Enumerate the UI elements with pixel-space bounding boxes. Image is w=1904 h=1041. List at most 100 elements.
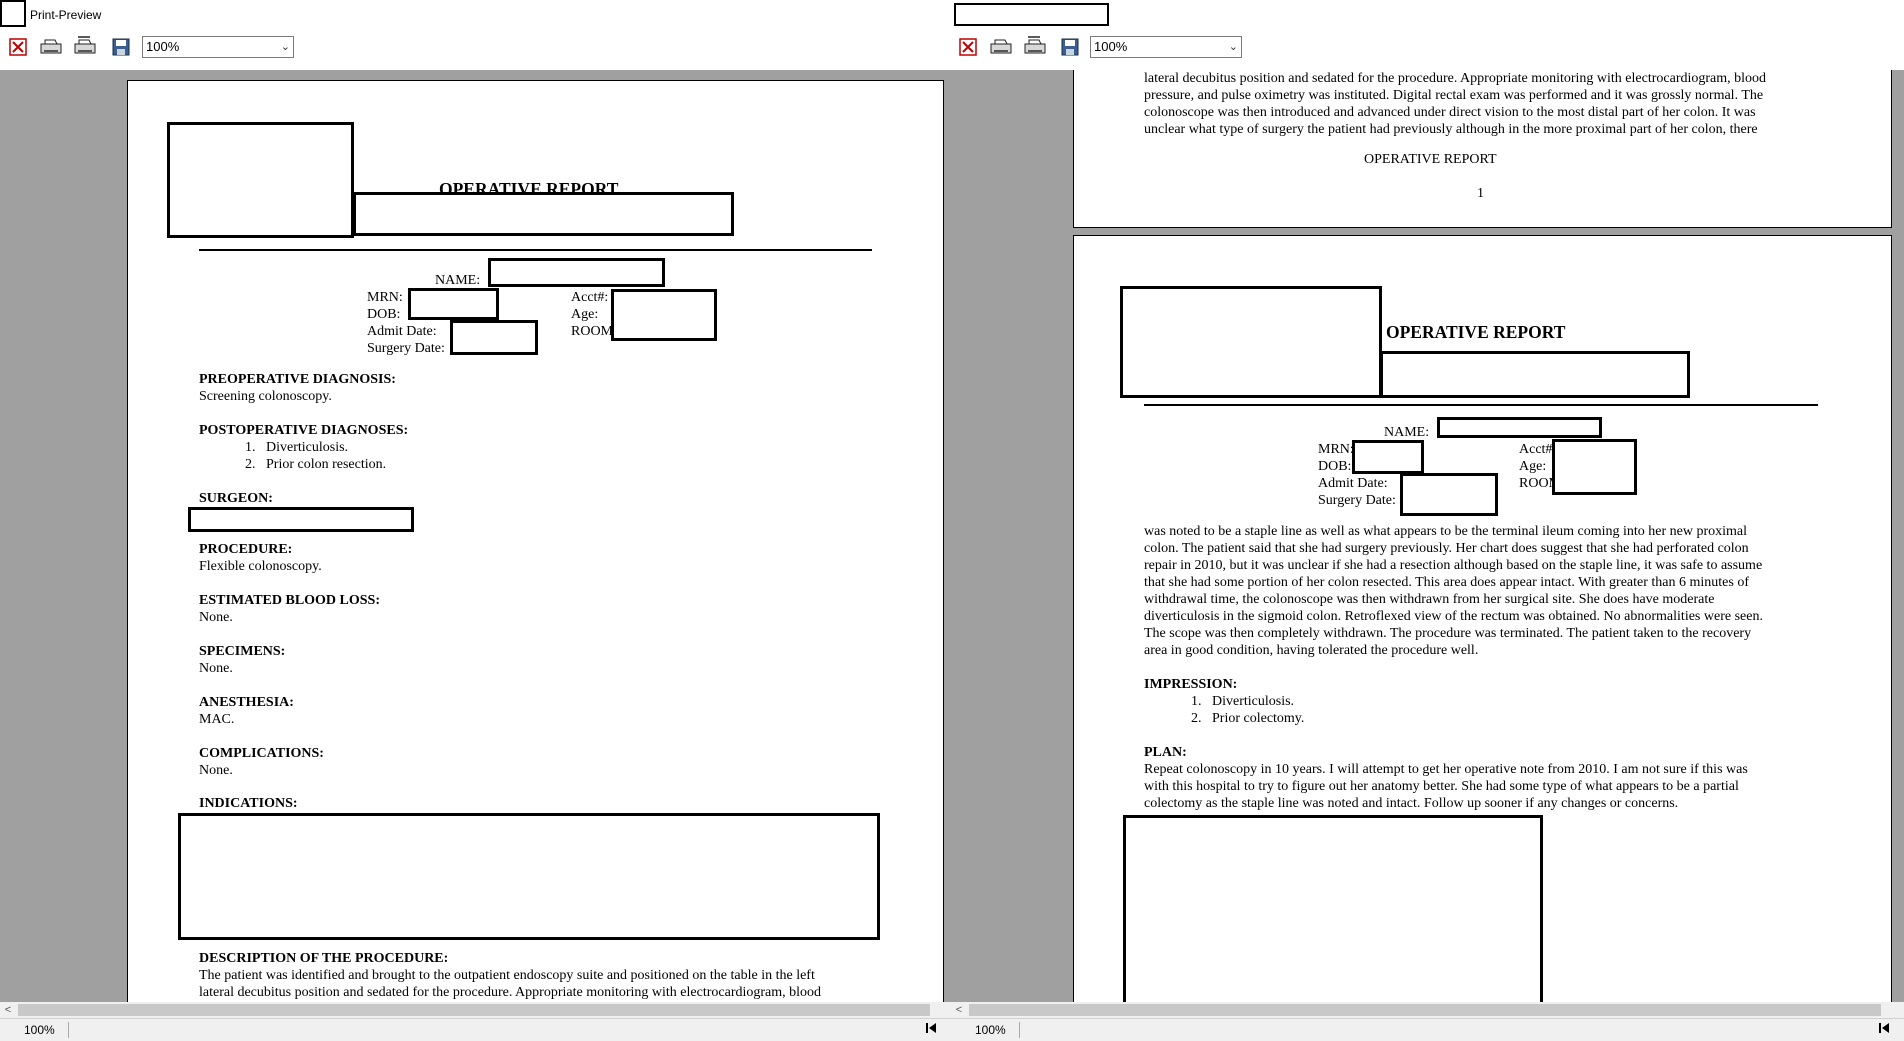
close-preview-button[interactable] [955, 35, 981, 59]
toolbar: 100% ⌄ [951, 32, 1904, 62]
preview-area[interactable]: lateral decubitus position and sedated f… [951, 70, 1904, 1002]
redacted-logo [167, 122, 354, 238]
body-line: unclear what type of surgery the patient… [1144, 122, 1758, 137]
print-setup-icon [1024, 36, 1046, 54]
redacted-dates [450, 320, 538, 355]
anesthesia-heading: ANESTHESIA: [199, 695, 294, 710]
room-label: ROOM [571, 324, 614, 339]
zoom-select-value: 100% [146, 39, 180, 54]
save-button[interactable] [1057, 35, 1083, 59]
redacted-name [1437, 417, 1602, 438]
postop-item: 2. Prior colon resection. [245, 457, 387, 472]
print-preview-window-right: 100% ⌄ lateral decubitus position and se… [951, 0, 1904, 1041]
procedure-heading: PROCEDURE: [199, 542, 293, 557]
save-button[interactable] [108, 35, 134, 59]
scrollbar-thumb[interactable] [969, 1004, 1881, 1016]
horizontal-scrollbar[interactable]: < [951, 1002, 1904, 1018]
scrollbar-thumb[interactable] [18, 1004, 930, 1016]
dob-label: DOB: [367, 307, 401, 322]
redacted-signature [1123, 815, 1543, 1002]
horizontal-scrollbar[interactable]: < [0, 1002, 951, 1018]
redacted-mrn-dob [1352, 440, 1424, 474]
first-page-icon [1879, 1023, 1889, 1033]
procedure-text: Flexible colonoscopy. [199, 559, 322, 574]
plan-line: colectomy as the staple line was noted a… [1144, 796, 1679, 811]
age-label: Age: [571, 307, 599, 322]
surgery-date-label: Surgery Date: [1318, 493, 1396, 508]
preop-diagnosis-heading: PREOPERATIVE DIAGNOSIS: [199, 372, 396, 387]
body-line: repair in 2010, but it was unclear if sh… [1144, 558, 1763, 573]
surgeon-heading: SURGEON: [199, 491, 273, 506]
complications-text: None. [199, 763, 233, 778]
body-line: pressure, and pulse oximetry was institu… [1144, 88, 1764, 103]
redacted-acct-age-room [611, 289, 717, 341]
body-line: The scope was then completely withdrawn.… [1144, 626, 1752, 641]
toolbar: 100% ⌄ [0, 32, 951, 62]
impression-item: 1. Diverticulosis. [1191, 694, 1295, 709]
body-line: lateral decubitus position and sedated f… [1144, 71, 1767, 86]
title-bar [951, 0, 1904, 32]
body-line: colonoscope was then introduced and adva… [1144, 105, 1756, 120]
first-page-icon [926, 1023, 936, 1033]
print-icon [40, 39, 62, 54]
redacted-acct-age-room [1552, 439, 1637, 495]
report-page-1-tail: lateral decubitus position and sedated f… [1073, 70, 1892, 228]
complications-heading: COMPLICATIONS: [199, 746, 324, 761]
close-preview-icon [9, 38, 27, 56]
body-line: diverticulosis in the sigmoid colon. Ret… [1144, 609, 1763, 624]
status-bar: 100% [951, 1018, 1904, 1041]
print-setup-button[interactable] [1022, 35, 1048, 59]
body-line: colon. The patient said that she had sur… [1144, 541, 1749, 556]
header-rule [199, 249, 872, 251]
chevron-down-icon: ⌄ [1228, 41, 1238, 53]
print-setup-icon [74, 36, 96, 54]
app-icon [0, 0, 26, 27]
print-button[interactable] [38, 35, 64, 59]
blood-loss-text: None. [199, 610, 233, 625]
redacted-window-title [954, 3, 1109, 26]
page-number: 1 [1477, 186, 1484, 201]
plan-heading: PLAN: [1144, 745, 1187, 760]
header-rule [1144, 404, 1818, 406]
redacted-surgeon [188, 507, 414, 532]
preview-area[interactable]: OPERATIVE REPORT NAME: MRN: DOB: Admit D… [0, 70, 951, 1002]
body-line: withdrawal time, the colonoscope was the… [1144, 592, 1715, 607]
body-line: area in good condition, having tolerated… [1144, 643, 1479, 658]
surgery-date-label: Surgery Date: [367, 341, 445, 356]
zoom-select[interactable]: 100% ⌄ [142, 36, 294, 58]
description-line: lateral decubitus position and sedated f… [199, 985, 822, 1000]
scroll-left-icon[interactable]: < [951, 1002, 967, 1018]
chevron-down-icon: ⌄ [280, 41, 290, 53]
description-line: The patient was identified and brought t… [199, 968, 815, 983]
age-label: Age: [1519, 459, 1547, 474]
save-icon [112, 38, 130, 56]
redacted-name [488, 258, 665, 287]
mrn-label: MRN: [367, 290, 403, 305]
preop-diagnosis-text: Screening colonoscopy. [199, 389, 332, 404]
report-page-1: OPERATIVE REPORT NAME: MRN: DOB: Admit D… [127, 80, 944, 1002]
redacted-facility [1380, 351, 1690, 398]
status-bar: 100% [0, 1018, 951, 1041]
admit-date-label: Admit Date: [1318, 476, 1388, 491]
scroll-left-icon[interactable]: < [0, 1002, 16, 1018]
plan-line: Repeat colonoscopy in 10 years. I will a… [1144, 762, 1748, 777]
close-preview-button[interactable] [5, 35, 31, 59]
mrn-label: MRN: [1318, 442, 1354, 457]
zoom-select[interactable]: 100% ⌄ [1090, 36, 1242, 58]
save-icon [1061, 38, 1079, 56]
first-page-button[interactable] [925, 1021, 937, 1038]
impression-heading: IMPRESSION: [1144, 677, 1238, 692]
status-zoom: 100% [24, 1023, 55, 1037]
anesthesia-text: MAC. [199, 712, 235, 727]
description-heading: DESCRIPTION OF THE PROCEDURE: [199, 951, 449, 966]
indications-heading: INDICATIONS: [199, 796, 298, 811]
specimens-heading: SPECIMENS: [199, 644, 286, 659]
postop-item: 1. Diverticulosis. [245, 440, 349, 455]
page-footer-title: OPERATIVE REPORT [1364, 152, 1497, 167]
first-page-button[interactable] [1878, 1021, 1890, 1038]
print-setup-button[interactable] [72, 35, 98, 59]
dob-label: DOB: [1318, 459, 1352, 474]
name-label: NAME: [435, 273, 481, 288]
print-button[interactable] [988, 35, 1014, 59]
redacted-facility [353, 192, 734, 236]
